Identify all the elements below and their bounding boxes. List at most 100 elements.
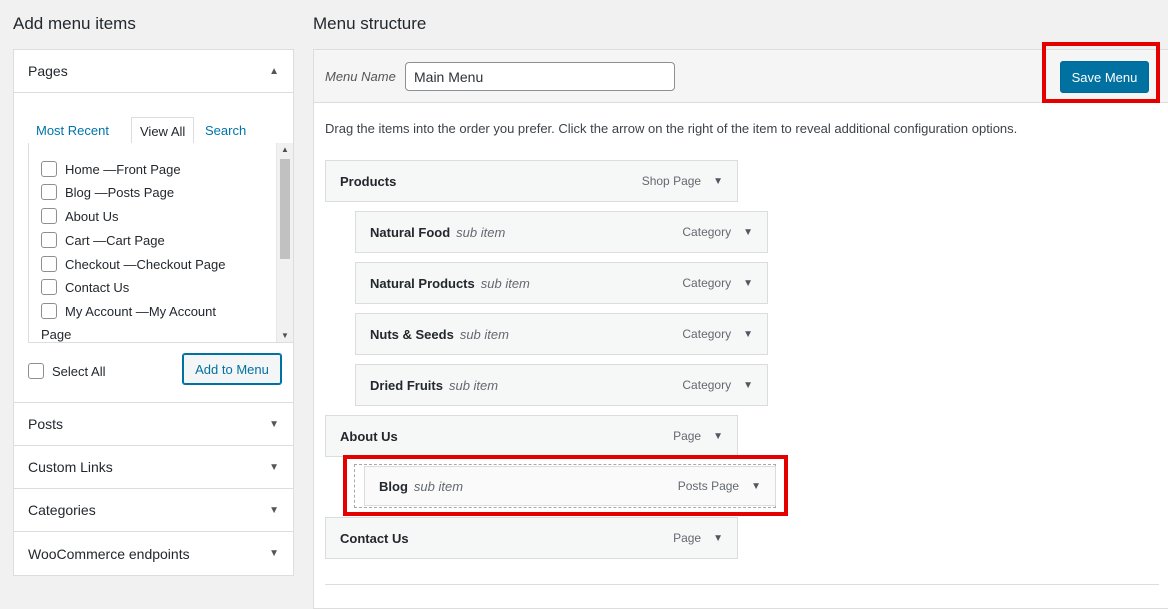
- accordion-posts-header[interactable]: Posts ▼: [14, 403, 293, 446]
- add-to-menu-button[interactable]: Add to Menu: [182, 353, 282, 385]
- menu-item-type: Category: [682, 225, 732, 239]
- page-item-label: My Account —: [65, 303, 149, 319]
- page-item-label: About Us: [65, 208, 119, 224]
- expand-arrow-icon[interactable]: ▼: [269, 548, 279, 559]
- expand-arrow-icon[interactable]: ▼: [713, 533, 723, 544]
- menu-item-type: Shop Page: [641, 174, 702, 188]
- checkbox[interactable]: [41, 184, 57, 200]
- menu-item-title: Contact Us: [340, 530, 409, 546]
- page-item-label: Checkout —: [65, 256, 137, 272]
- expand-arrow-icon[interactable]: ▼: [713, 431, 723, 442]
- menu-name-input[interactable]: [405, 62, 675, 91]
- menu-structure-panel: Menu Name Save Menu Drag the items into …: [313, 49, 1168, 609]
- menu-item-type: Category: [682, 378, 732, 392]
- page-item-state: Cart Page: [106, 232, 165, 248]
- divider: [325, 584, 1159, 585]
- checkbox[interactable]: [28, 363, 44, 379]
- menu-item-title: Nuts & Seeds: [370, 326, 454, 342]
- page-item-about-us[interactable]: About Us: [41, 208, 118, 224]
- scrollbar-thumb[interactable]: [280, 159, 290, 259]
- accordion-section-title: Categories: [28, 502, 96, 518]
- add-menu-items-panel: Pages ▲ Most Recent View All Search Home…: [13, 49, 294, 576]
- menu-item-type: Category: [682, 327, 732, 341]
- page-item-state: Checkout Page: [136, 256, 226, 272]
- page-item-cart[interactable]: Cart — Cart Page: [41, 232, 165, 248]
- collapse-arrow-icon[interactable]: ▲: [269, 66, 279, 77]
- save-button-highlight: [1042, 42, 1160, 103]
- accordion-custom-links-header[interactable]: Custom Links ▼: [14, 446, 293, 489]
- tab-search[interactable]: Search: [197, 117, 254, 144]
- menu-item-title: About Us: [340, 428, 398, 444]
- page-item-home[interactable]: Home — Front Page: [41, 161, 181, 177]
- expand-arrow-icon[interactable]: ▼: [743, 329, 753, 340]
- page-item-state: Front Page: [116, 161, 181, 177]
- expand-arrow-icon[interactable]: ▼: [743, 278, 753, 289]
- menu-structure-heading: Menu structure: [313, 14, 427, 33]
- pages-tabs: Most Recent View All Search: [28, 117, 279, 145]
- page-item-label: Contact Us: [65, 279, 130, 295]
- menu-item-natural-food[interactable]: Natural Food sub item Category ▼: [355, 211, 768, 253]
- menu-name-label: Menu Name: [325, 69, 396, 84]
- page-item-checkout[interactable]: Checkout — Checkout Page: [41, 256, 225, 272]
- menu-item-title: Natural Food: [370, 224, 451, 240]
- accordion-woocommerce-endpoints-header[interactable]: WooCommerce endpoints ▼: [14, 532, 293, 575]
- expand-arrow-icon[interactable]: ▼: [269, 419, 279, 430]
- checkbox[interactable]: [41, 303, 57, 319]
- menu-item-sub-label: sub item: [456, 224, 506, 240]
- add-menu-items-heading: Add menu items: [13, 14, 136, 33]
- checkbox[interactable]: [41, 279, 57, 295]
- page-item-my-account[interactable]: My Account — My Account: [41, 303, 216, 319]
- instructions-text: Drag the items into the order you prefer…: [325, 121, 1018, 136]
- accordion-pages-title: Pages: [28, 63, 68, 79]
- accordion-section-title: Custom Links: [28, 459, 113, 475]
- page-item-contact-us[interactable]: Contact Us: [41, 279, 129, 295]
- expand-arrow-icon[interactable]: ▼: [743, 227, 753, 238]
- tab-view-all[interactable]: View All: [131, 117, 195, 145]
- expand-arrow-icon[interactable]: ▼: [269, 505, 279, 516]
- expand-arrow-icon[interactable]: ▼: [713, 176, 723, 187]
- menu-item-about-us[interactable]: About Us Page ▼: [325, 415, 738, 457]
- menu-item-sub-label: sub item: [448, 377, 499, 393]
- scroll-down-arrow-icon[interactable]: ▼: [277, 329, 293, 342]
- pages-checklist[interactable]: Home — Front Page Blog — Posts Page Abou…: [28, 143, 294, 343]
- page-item-label: Page: [41, 327, 72, 342]
- tab-most-recent[interactable]: Most Recent: [28, 117, 117, 144]
- accordion-categories-header[interactable]: Categories ▼: [14, 489, 293, 532]
- menu-item-contact-us[interactable]: Contact Us Page ▼: [325, 517, 738, 559]
- blog-item-highlight: [343, 455, 788, 516]
- menu-item-title: Dried Fruits: [370, 377, 443, 393]
- accordion-pages-body: Most Recent View All Search Home — Front…: [14, 93, 294, 403]
- menu-item-natural-products[interactable]: Natural Products sub item Category ▼: [355, 262, 768, 304]
- checkbox[interactable]: [41, 161, 57, 177]
- select-all-checkbox[interactable]: Select All: [28, 363, 105, 379]
- page-item-wrap-text: Page: [41, 327, 71, 342]
- page-item-label: Home —: [65, 161, 117, 177]
- menu-item-dried-fruits[interactable]: Dried Fruits sub item Category ▼: [355, 364, 768, 406]
- expand-arrow-icon[interactable]: ▼: [269, 462, 279, 473]
- checkbox[interactable]: [41, 208, 57, 224]
- menu-header-bar: Menu Name Save Menu: [314, 50, 1168, 103]
- menu-item-sub-label: sub item: [459, 326, 509, 342]
- checklist-scrollbar[interactable]: ▲ ▼: [276, 143, 293, 342]
- page-item-blog[interactable]: Blog — Posts Page: [41, 184, 174, 200]
- menu-item-products[interactable]: Products Shop Page ▼: [325, 160, 738, 202]
- accordion-section-title: WooCommerce endpoints: [28, 545, 190, 562]
- accordion-pages-header[interactable]: Pages ▲: [14, 50, 293, 93]
- scroll-up-arrow-icon[interactable]: ▲: [277, 143, 293, 157]
- accordion-section-title: Posts: [28, 416, 64, 432]
- menu-item-type: Page: [673, 531, 702, 545]
- page-item-state: Posts Page: [107, 184, 175, 200]
- menu-item-title: Natural Products: [370, 275, 475, 291]
- expand-arrow-icon[interactable]: ▼: [743, 380, 753, 391]
- page-item-label: Cart —: [65, 232, 107, 248]
- checkbox[interactable]: [41, 256, 57, 272]
- menu-item-title: Products: [340, 173, 397, 189]
- menu-item-type: Category: [682, 276, 732, 290]
- menu-item-sub-label: sub item: [480, 275, 530, 291]
- select-all-label: Select All: [52, 363, 106, 379]
- page-item-label: Blog —: [65, 184, 108, 200]
- page-item-state: My Account: [148, 303, 217, 319]
- menu-item-nuts-seeds[interactable]: Nuts & Seeds sub item Category ▼: [355, 313, 768, 355]
- menu-item-type: Page: [673, 429, 702, 443]
- checkbox[interactable]: [41, 232, 57, 248]
